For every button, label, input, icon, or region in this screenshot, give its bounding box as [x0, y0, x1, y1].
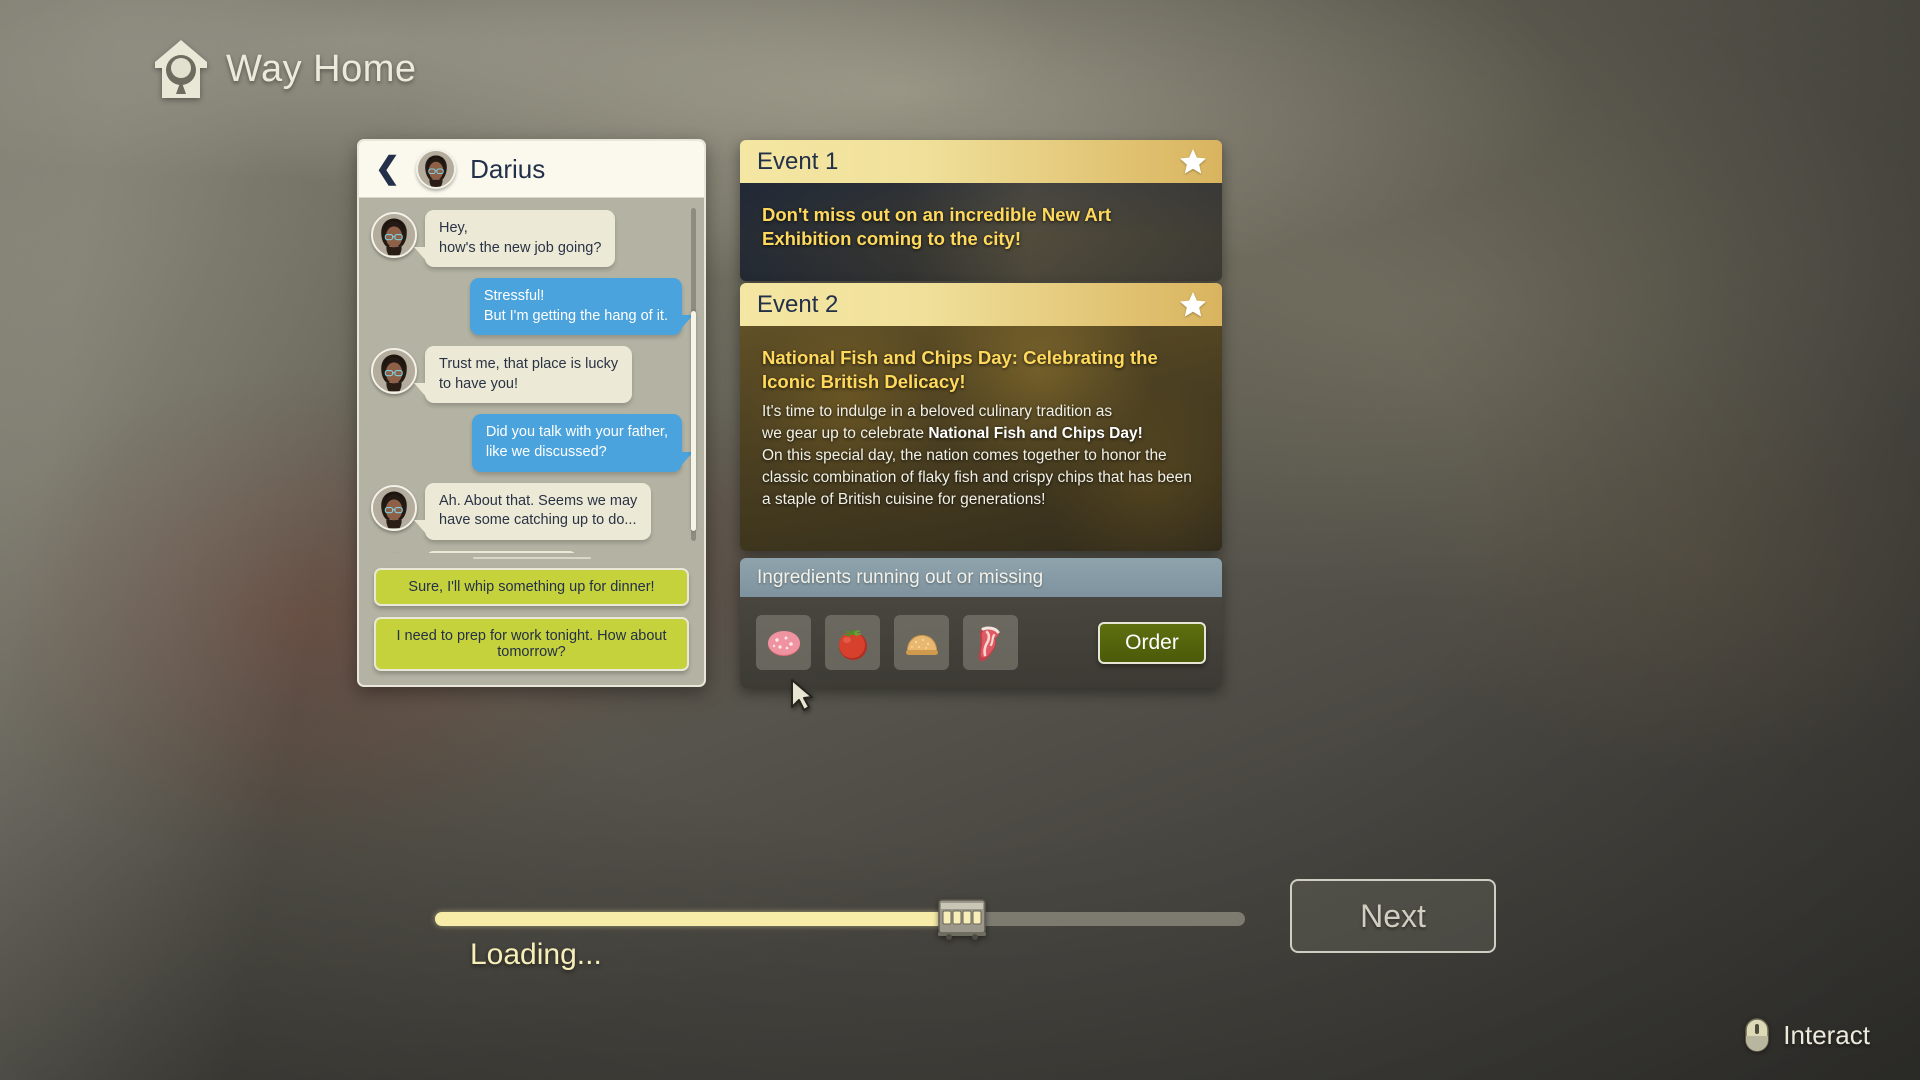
chat-bubble: Did you talk with your father, like we di… — [471, 414, 694, 472]
chat-panel: ❮ Darius Hey, how's the new job going? Str… — [357, 139, 706, 687]
avatar — [416, 149, 457, 189]
chat-message-row: Did you talk with your father, like we di… — [371, 414, 694, 472]
chat-bubble: Hey, how's the new job going? — [413, 210, 616, 268]
chat-message-row: Trust me, that place is lucky to have you… — [371, 346, 682, 404]
order-button[interactable]: Order — [1098, 621, 1206, 664]
interact-hint: Interact — [1745, 1018, 1870, 1052]
chat-scrollbar-thumb[interactable] — [691, 311, 696, 531]
mouse-icon — [1745, 1018, 1770, 1052]
star-icon[interactable] — [1178, 290, 1208, 320]
ingredient-slot-meat[interactable] — [963, 615, 1018, 670]
ingredients-body: Order — [740, 597, 1222, 688]
contact-name: Darius — [470, 153, 546, 184]
reply-divider — [472, 557, 591, 559]
chat-message-row: Stressful! But I'm getting the hang of it… — [371, 278, 694, 336]
event-card-1[interactable]: Event 1 Don't miss out on an incredible … — [740, 140, 1222, 281]
event-2-title: National Fish and Chips Day: Celebrating… — [762, 347, 1158, 392]
reply-option-1[interactable]: Sure, I'll whip something up for dinner! — [374, 568, 689, 606]
ingredient-slot-tomato[interactable] — [825, 615, 880, 670]
chat-message-row: How about tonight? — [371, 550, 682, 553]
chat-header: ❮ Darius — [359, 141, 704, 198]
event-1-header: Event 1 — [740, 140, 1222, 183]
event-1-body: Don't miss out on an incredible New Art … — [740, 183, 1222, 281]
chat-bubble: Stressful! But I'm getting the hang of it… — [469, 278, 694, 336]
tomato-icon — [833, 623, 873, 663]
star-icon[interactable] — [1178, 147, 1208, 177]
ingredient-slot-salami[interactable] — [756, 615, 811, 670]
avatar — [371, 348, 417, 395]
app-logo: Way Home — [152, 38, 417, 100]
reply-options: Sure, I'll whip something up for dinner!… — [359, 568, 704, 685]
ingredients-header-label: Ingredients running out or missing — [757, 566, 1044, 588]
event-1-title: Don't miss out on an incredible New Art … — [762, 204, 1112, 249]
next-button[interactable]: Next — [1290, 879, 1496, 953]
ingredients-header: Ingredients running out or missing — [740, 558, 1222, 597]
back-chevron-icon[interactable]: ❮ — [375, 154, 400, 184]
loading-progress-bar — [435, 899, 1245, 940]
chat-message-row: Ah. About that. Seems we may have some ca… — [371, 482, 682, 540]
event-card-2[interactable]: Event 2 National Fish and Chips Day: Cel… — [740, 283, 1222, 551]
event-2-body: National Fish and Chips Day: Celebrating… — [740, 326, 1222, 551]
event-2-header: Event 2 — [740, 283, 1222, 326]
house-pin-logo-icon — [152, 38, 210, 100]
event-2-label: Event 2 — [757, 290, 839, 318]
avatar — [371, 484, 417, 531]
interact-label: Interact — [1783, 1019, 1870, 1050]
chat-message-list: Hey, how's the new job going? Stressful! Bu… — [359, 198, 704, 553]
chat-bubble: Ah. About that. Seems we may have some ca… — [413, 482, 652, 540]
avatar — [371, 212, 417, 258]
chat-message-row: Hey, how's the new job going? — [371, 210, 682, 268]
reply-option-2[interactable]: I need to prep for work tonight. How abo… — [374, 617, 689, 671]
train-car-icon — [934, 894, 990, 942]
ingredients-panel: Ingredients running out or missing Order — [740, 558, 1222, 688]
app-title: Way Home — [226, 47, 417, 90]
ingredient-slot-bread[interactable] — [894, 615, 949, 670]
event-1-label: Event 1 — [757, 147, 839, 175]
loading-label: Loading... — [470, 938, 602, 971]
bread-bun-icon — [902, 623, 942, 663]
raw-meat-icon — [971, 623, 1011, 663]
chat-scrollbar-track[interactable] — [691, 208, 696, 541]
salami-slice-icon — [764, 623, 804, 663]
chat-bubble: How about tonight? — [425, 550, 578, 553]
progress-fill — [435, 912, 962, 926]
event-2-description: It's time to indulge in a beloved culina… — [762, 403, 1192, 509]
chat-bubble: Trust me, that place is lucky to have you… — [413, 346, 633, 404]
